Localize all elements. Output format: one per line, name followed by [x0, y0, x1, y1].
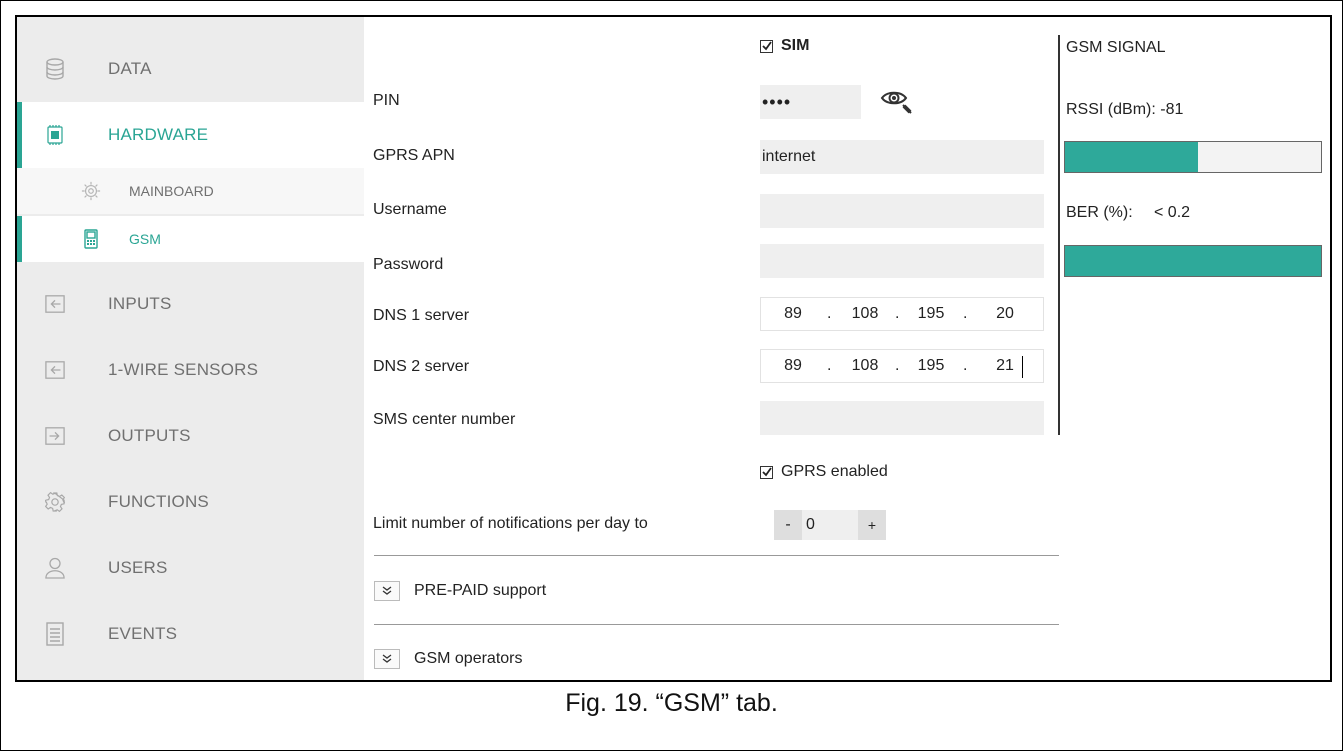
show-password-icon[interactable] [877, 83, 917, 119]
database-icon [45, 57, 65, 81]
app-window: DATA HARDWARE MAINBOARD GSM INPUTS 1-WIR… [15, 15, 1332, 682]
rssi-label: RSSI (dBm): [1066, 101, 1156, 118]
limit-value-field[interactable]: 0 [802, 510, 858, 540]
increment-button[interactable]: + [858, 510, 886, 540]
sidebar: DATA HARDWARE MAINBOARD GSM INPUTS 1-WIR… [17, 17, 364, 680]
sidebar-item-hardware[interactable]: HARDWARE [17, 102, 364, 168]
signal-title: GSM SIGNAL [1066, 39, 1166, 56]
username-label: Username [373, 201, 447, 218]
ip-octet: 89 [784, 357, 802, 374]
mainboard-icon [81, 180, 101, 202]
sidebar-item-events[interactable]: EVENTS [17, 601, 364, 667]
input-icon [45, 292, 65, 316]
sidebar-item-functions[interactable]: FUNCTIONS [17, 469, 364, 535]
sidebar-item-label: 1-WIRE SENSORS [108, 360, 259, 379]
divider [374, 624, 1059, 625]
sidebar-subitem-label: MAINBOARD [129, 183, 214, 199]
ber-label: BER (%): [1066, 204, 1133, 221]
prepaid-label: PRE-PAID support [414, 582, 547, 599]
pin-field[interactable]: •••• [760, 85, 861, 119]
sim-checkbox[interactable] [760, 39, 773, 53]
apn-label: GPRS APN [373, 147, 455, 164]
limit-label: Limit number of notifications per day to [373, 515, 648, 532]
gear-icon [45, 490, 65, 514]
rssi-bar [1064, 141, 1322, 173]
dns2-label: DNS 2 server [373, 358, 470, 375]
user-icon [45, 556, 65, 580]
sidebar-item-label: DATA [108, 59, 152, 78]
expand-icon[interactable] [374, 649, 400, 669]
sms-field[interactable] [760, 401, 1044, 435]
operators-label: GSM operators [414, 650, 523, 667]
active-accent [17, 216, 22, 262]
sidebar-item-1-wire-sensors[interactable]: 1-WIRE SENSORS [17, 337, 364, 403]
ip-octet: 108 [851, 357, 879, 374]
ip-octet: 195 [917, 305, 945, 322]
gprs-label: GPRS enabled [781, 463, 888, 480]
ber-bar-fill [1065, 246, 1321, 276]
pin-label: PIN [373, 92, 400, 109]
sim-label: SIM [781, 37, 810, 54]
ip-octet: 20 [996, 305, 1014, 322]
ip-octet: 21 [996, 357, 1014, 374]
password-field[interactable] [760, 244, 1044, 278]
rssi-value: -81 [1160, 101, 1184, 118]
sidebar-item-label: FUNCTIONS [108, 492, 209, 511]
document-icon [45, 622, 65, 646]
ip-dot: . [827, 357, 832, 374]
apn-field[interactable]: internet [760, 140, 1044, 174]
sidebar-item-outputs[interactable]: OUTPUTS [17, 403, 364, 469]
sidebar-item-label: INPUTS [108, 294, 172, 313]
ip-dot: . [895, 357, 900, 374]
chip-icon [45, 123, 65, 147]
ip-octet: 195 [917, 357, 945, 374]
sidebar-item-inputs[interactable]: INPUTS [17, 271, 364, 337]
divider [374, 555, 1059, 556]
sidebar-item-label: HARDWARE [108, 125, 209, 144]
operators-section-header[interactable]: GSM operators [374, 649, 522, 669]
rssi-readout: RSSI (dBm): -81 [1066, 101, 1183, 119]
gsm-settings-panel: SIM PIN •••• GPRS APN internet Username … [364, 17, 1059, 680]
ip-dot: . [827, 305, 832, 322]
decrement-button[interactable]: - [774, 510, 802, 540]
sidebar-item-label: USERS [108, 558, 168, 577]
dns2-field[interactable]: 89 . 108 . 195 . 21 [760, 349, 1044, 383]
sidebar-subitem-gsm[interactable]: GSM [17, 216, 364, 262]
ip-dot: . [963, 305, 968, 322]
sim-checkbox-row[interactable]: SIM [760, 37, 809, 55]
input-icon [45, 358, 65, 382]
sidebar-subitem-mainboard[interactable]: MAINBOARD [17, 168, 364, 214]
sidebar-subitem-label: GSM [129, 231, 161, 247]
ip-octet: 108 [851, 305, 879, 322]
ip-octet: 89 [784, 305, 802, 322]
dns1-label: DNS 1 server [373, 307, 470, 324]
output-icon [45, 424, 65, 448]
sidebar-item-label: EVENTS [108, 624, 178, 643]
gprs-checkbox-row[interactable]: GPRS enabled [760, 463, 888, 481]
gprs-checkbox[interactable] [760, 465, 773, 479]
sidebar-item-label: OUTPUTS [108, 426, 191, 445]
ip-dot: . [895, 305, 900, 322]
expand-icon[interactable] [374, 581, 400, 601]
ip-dot: . [963, 357, 968, 374]
rssi-bar-fill [1065, 142, 1199, 172]
gsm-signal-panel: GSM SIGNAL RSSI (dBm): -81 BER (%): < 0.… [1060, 17, 1330, 680]
ber-bar [1064, 245, 1322, 277]
ber-value: < 0.2 [1154, 204, 1191, 221]
username-field[interactable] [760, 194, 1044, 228]
text-cursor [1022, 356, 1023, 378]
figure-frame: DATA HARDWARE MAINBOARD GSM INPUTS 1-WIR… [0, 0, 1343, 751]
sms-label: SMS center number [373, 411, 516, 428]
dns1-field[interactable]: 89 . 108 . 195 . 20 [760, 297, 1044, 331]
phone-icon [81, 228, 101, 250]
sidebar-item-data[interactable]: DATA [17, 36, 364, 102]
active-accent [17, 102, 22, 168]
figure-caption: Fig. 19. “GSM” tab. [565, 689, 778, 717]
prepaid-section-header[interactable]: PRE-PAID support [374, 581, 546, 601]
password-label: Password [373, 256, 444, 273]
sidebar-item-users[interactable]: USERS [17, 535, 364, 601]
